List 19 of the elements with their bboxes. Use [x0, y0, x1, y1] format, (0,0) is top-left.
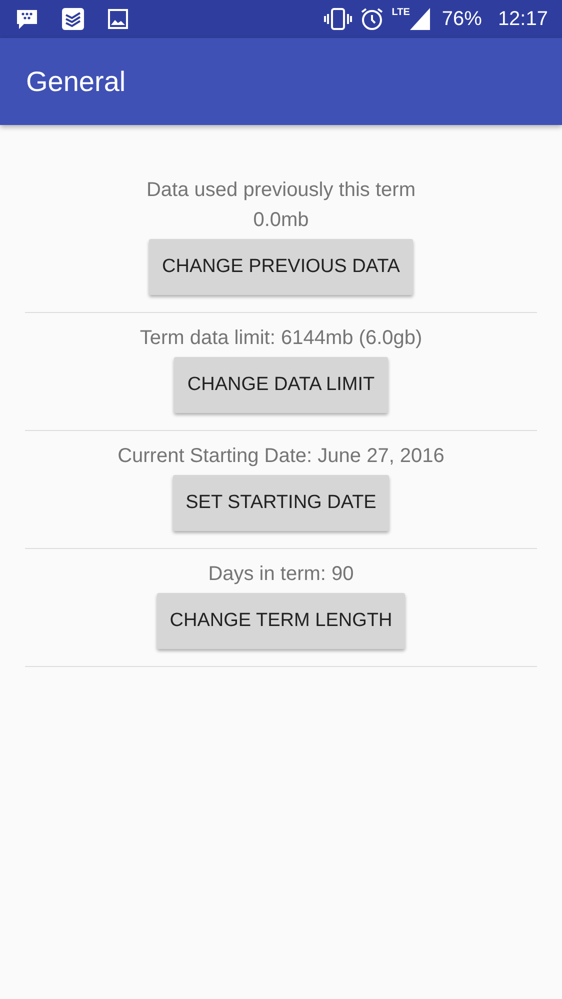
- action-button[interactable]: SET STARTING DATE: [172, 475, 390, 531]
- layers-icon: [62, 8, 84, 30]
- clock: 12:17: [498, 7, 548, 32]
- setting-label: Data used previously this term: [146, 178, 416, 203]
- setting-value: 0.0mb: [253, 208, 309, 233]
- setting-label: Current Starting Date: June 27, 2016: [118, 444, 444, 469]
- signal-icon: [410, 8, 430, 30]
- action-button[interactable]: CHANGE PREVIOUS DATA: [149, 239, 413, 295]
- alarm-icon: [360, 7, 384, 31]
- setting-label: Days in term: 90: [208, 562, 354, 587]
- battery-percent: 76%: [442, 7, 482, 32]
- chat-icon: [16, 8, 38, 30]
- setting-label: Term data limit: 6144mb (6.0gb): [140, 326, 422, 351]
- image-icon: [108, 9, 128, 29]
- action-button[interactable]: CHANGE DATA LIMIT: [174, 357, 388, 413]
- vibrate-icon: [324, 8, 352, 30]
- page-title: General: [26, 64, 126, 98]
- network-label: LTE: [392, 8, 410, 18]
- action-button[interactable]: CHANGE TERM LENGTH: [156, 593, 406, 649]
